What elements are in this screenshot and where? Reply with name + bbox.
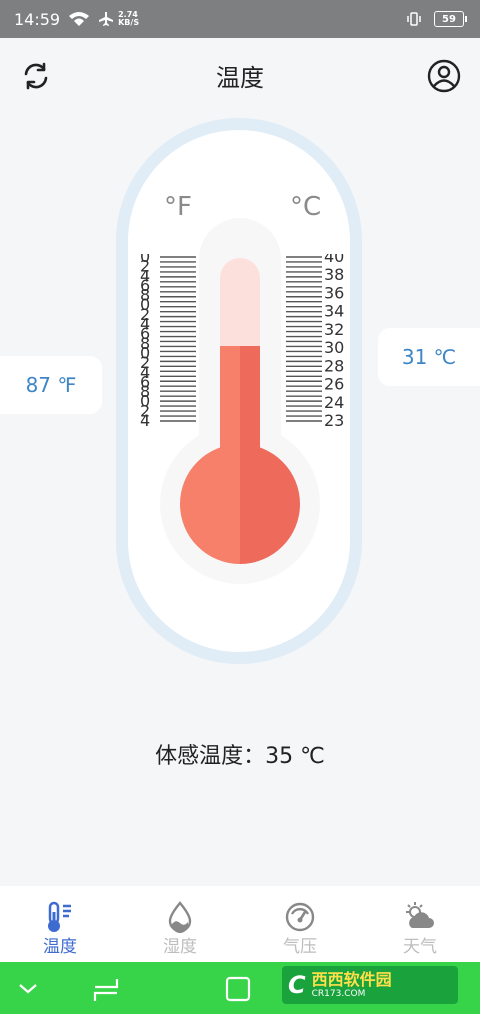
fahrenheit-reading-card: 87 ℉: [0, 356, 102, 414]
chevron-down-icon: [19, 984, 37, 994]
humidity-drop-icon: [168, 901, 192, 933]
pressure-gauge-icon: [285, 902, 315, 932]
scale-label: 38: [324, 265, 344, 284]
user-icon: [427, 59, 461, 93]
celsius-unit-label: °C: [290, 192, 322, 222]
fahrenheit-scale: 024680246802468024: [140, 254, 196, 430]
scale-label: 23: [324, 411, 344, 430]
mercury-bulb: [180, 444, 300, 564]
status-time: 14:59: [14, 9, 61, 29]
scale-label: 28: [324, 356, 344, 375]
scale-label: 36: [324, 283, 344, 302]
feels-like-temperature: 体感温度：35 ℃: [155, 744, 325, 769]
thermometer-tube: [220, 258, 260, 468]
square-home-icon: [225, 976, 251, 1002]
thermometer-icon: [48, 901, 71, 932]
battery-indicator: 59: [434, 11, 467, 27]
status-bar: 14:59 2.74 KB/S 59: [0, 0, 480, 38]
scale-label: 34: [324, 302, 344, 321]
scale-label: 24: [324, 393, 344, 412]
wifi-icon: [68, 11, 90, 27]
scale-label: 30: [324, 338, 344, 357]
network-speed: 2.74 KB/S: [118, 10, 140, 27]
tab-label: 天气: [403, 937, 437, 957]
weather-cloud-icon: [406, 902, 434, 928]
scale-label: 4: [140, 411, 150, 430]
nav-back-button[interactable]: [86, 972, 126, 1006]
tab-pressure[interactable]: 气压: [240, 886, 360, 962]
tab-label: 气压: [283, 937, 317, 957]
watermark-url: CR173.COM: [311, 988, 366, 999]
tab-weather[interactable]: 天气: [360, 886, 480, 962]
scale-label: 26: [324, 375, 344, 394]
page-title: 温度: [216, 64, 264, 92]
app-header: 温度: [0, 38, 480, 112]
scale-label: 32: [324, 320, 344, 339]
celsius-reading-card: 31 ℃: [378, 328, 480, 386]
watermark-brand: 西西软件园: [311, 969, 392, 989]
tab-temperature[interactable]: 温度: [0, 886, 120, 962]
nav-hide-button[interactable]: [8, 972, 48, 1006]
fahrenheit-reading: 87 ℉: [25, 373, 77, 397]
watermark-logo: C: [288, 971, 306, 999]
celsius-scale: 40383634323028262423: [286, 254, 344, 430]
site-watermark: C 西西软件园 CR173.COM: [282, 966, 458, 1004]
tab-label: 温度: [43, 937, 77, 957]
bottom-tab-bar: 温度 湿度 气压 天气: [0, 886, 480, 962]
vibrate-icon: [406, 11, 422, 27]
tab-humidity[interactable]: 湿度: [120, 886, 240, 962]
celsius-reading: 31 ℃: [401, 345, 457, 369]
airplane-icon: [98, 11, 114, 27]
nav-home-button[interactable]: [218, 972, 258, 1006]
fahrenheit-unit-label: °F: [164, 192, 192, 222]
tab-label: 湿度: [163, 937, 197, 957]
scale-label: 40: [324, 254, 344, 266]
back-gesture-icon: [93, 979, 119, 1001]
profile-button[interactable]: [424, 56, 464, 96]
